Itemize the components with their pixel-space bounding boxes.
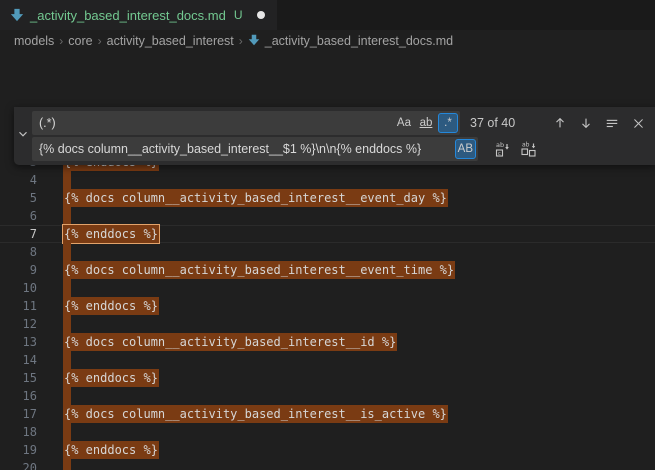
breadcrumb-separator: › (58, 34, 64, 48)
find-match-highlight: {% docs column__activity_based_interest_… (63, 405, 448, 423)
close-find-button[interactable] (627, 112, 649, 134)
replace-button[interactable]: ab c (492, 138, 514, 160)
line-number: 5 (0, 189, 37, 207)
markdown-file-icon (10, 8, 24, 22)
line-number: 8 (0, 243, 37, 261)
code-line[interactable]: 7 {% enddocs %} (0, 225, 655, 243)
find-match-highlight (63, 315, 71, 333)
replace-value: {% docs column__activity_based_interest_… (39, 142, 453, 156)
line-number: 6 (0, 207, 37, 225)
line-number: 16 (0, 387, 37, 405)
find-match-highlight: {% docs column__activity_based_interest_… (63, 261, 455, 279)
line-number: 11 (0, 297, 37, 315)
next-match-button[interactable] (575, 112, 597, 134)
match-count: 37 of 40 (470, 116, 515, 130)
find-input[interactable]: (.*) Aa ab .* (32, 111, 460, 135)
line-number: 10 (0, 279, 37, 297)
code-line[interactable]: 17 {% docs column__activity_based_intere… (0, 405, 655, 423)
editor-pane[interactable]: 1 {% docs column__activity_based_interes… (0, 52, 655, 470)
git-status-badge: U (234, 8, 243, 22)
find-match-highlight (63, 243, 71, 261)
code-line[interactable]: 11 {% enddocs %} (0, 297, 655, 315)
find-query: (.*) (39, 116, 392, 130)
line-number: 14 (0, 351, 37, 369)
code-line[interactable]: 18 (0, 423, 655, 441)
code-line[interactable]: 6 (0, 207, 655, 225)
code-line[interactable]: 5 {% docs column__activity_based_interes… (0, 189, 655, 207)
svg-text:c: c (498, 151, 501, 157)
line-number: 7 (0, 225, 37, 243)
find-in-selection-icon (605, 116, 619, 130)
code-line[interactable]: 10 (0, 279, 655, 297)
modified-dot-icon[interactable] (257, 11, 265, 19)
line-number: 20 (0, 459, 37, 470)
code-line[interactable]: 19 {% enddocs %} (0, 441, 655, 459)
code-line[interactable]: 15 {% enddocs %} (0, 369, 655, 387)
find-match-highlight (63, 423, 71, 441)
code-line[interactable]: 13 {% docs column__activity_based_intere… (0, 333, 655, 351)
line-number: 4 (0, 171, 37, 189)
arrow-up-icon (553, 116, 567, 130)
breadcrumb-separator: › (238, 34, 244, 48)
find-match-highlight: {% docs column__activity_based_interest_… (63, 333, 397, 351)
preserve-case-toggle[interactable]: AB (455, 139, 476, 159)
close-icon (632, 117, 645, 130)
code-line[interactable]: 8 (0, 243, 655, 261)
code-line[interactable]: 4 (0, 171, 655, 189)
breadcrumb-item-file[interactable]: _activity_based_interest_docs.md (248, 34, 453, 49)
find-match-highlight: {% enddocs %} (63, 441, 159, 459)
line-number: 19 (0, 441, 37, 459)
code-line[interactable]: 9 {% docs column__activity_based_interes… (0, 261, 655, 279)
find-match-highlight (63, 207, 71, 225)
code-lines: 1 {% docs column__activity_based_interes… (0, 117, 655, 470)
match-case-toggle[interactable]: Aa (394, 113, 414, 133)
markdown-file-icon (248, 34, 260, 49)
find-in-selection-button[interactable] (601, 112, 623, 134)
find-match-highlight: {% enddocs %} (63, 225, 159, 243)
svg-text:ab: ab (522, 142, 530, 149)
toggle-replace-button[interactable] (14, 107, 32, 165)
code-line[interactable]: 12 (0, 315, 655, 333)
find-match-highlight: {% enddocs %} (63, 297, 159, 315)
line-number: 9 (0, 261, 37, 279)
tab-filename: _activity_based_interest_docs.md (30, 8, 226, 23)
line-number: 18 (0, 423, 37, 441)
breadcrumb-item-models[interactable]: models (14, 34, 54, 48)
whole-word-toggle[interactable]: ab (416, 113, 436, 133)
find-match-highlight: {% docs column__activity_based_interest_… (63, 189, 448, 207)
find-match-highlight (63, 171, 71, 189)
line-number: 15 (0, 369, 37, 387)
line-number: 13 (0, 333, 37, 351)
tab-bar: _activity_based_interest_docs.md U (0, 0, 655, 30)
breadcrumb-item-core[interactable]: core (68, 34, 92, 48)
replace-all-button[interactable]: ab (518, 138, 540, 160)
code-line[interactable]: 20 (0, 459, 655, 470)
replace-input[interactable]: {% docs column__activity_based_interest_… (32, 137, 478, 161)
breadcrumb-filename: _activity_based_interest_docs.md (265, 34, 453, 48)
regex-toggle[interactable]: .* (438, 113, 458, 133)
arrow-down-icon (579, 116, 593, 130)
find-match-highlight (63, 387, 71, 405)
line-number: 12 (0, 315, 37, 333)
tab-active-file[interactable]: _activity_based_interest_docs.md U (0, 0, 277, 30)
find-replace-widget: (.*) Aa ab .* 37 of 40 (14, 107, 655, 165)
find-match-highlight (63, 351, 71, 369)
breadcrumb-separator: › (97, 34, 103, 48)
replace-icon: ab c (495, 141, 511, 157)
chevron-down-icon (16, 127, 30, 146)
code-line[interactable]: 16 (0, 387, 655, 405)
find-match-highlight (63, 459, 71, 470)
code-line[interactable]: 14 (0, 351, 655, 369)
svg-text:ab: ab (496, 141, 504, 149)
previous-match-button[interactable] (549, 112, 571, 134)
replace-all-icon: ab (521, 141, 537, 157)
line-number: 17 (0, 405, 37, 423)
find-match-highlight (63, 279, 71, 297)
breadcrumb-item-activity-based-interest[interactable]: activity_based_interest (107, 34, 234, 48)
breadcrumb: models › core › activity_based_interest … (0, 30, 655, 52)
find-match-highlight: {% enddocs %} (63, 369, 159, 387)
